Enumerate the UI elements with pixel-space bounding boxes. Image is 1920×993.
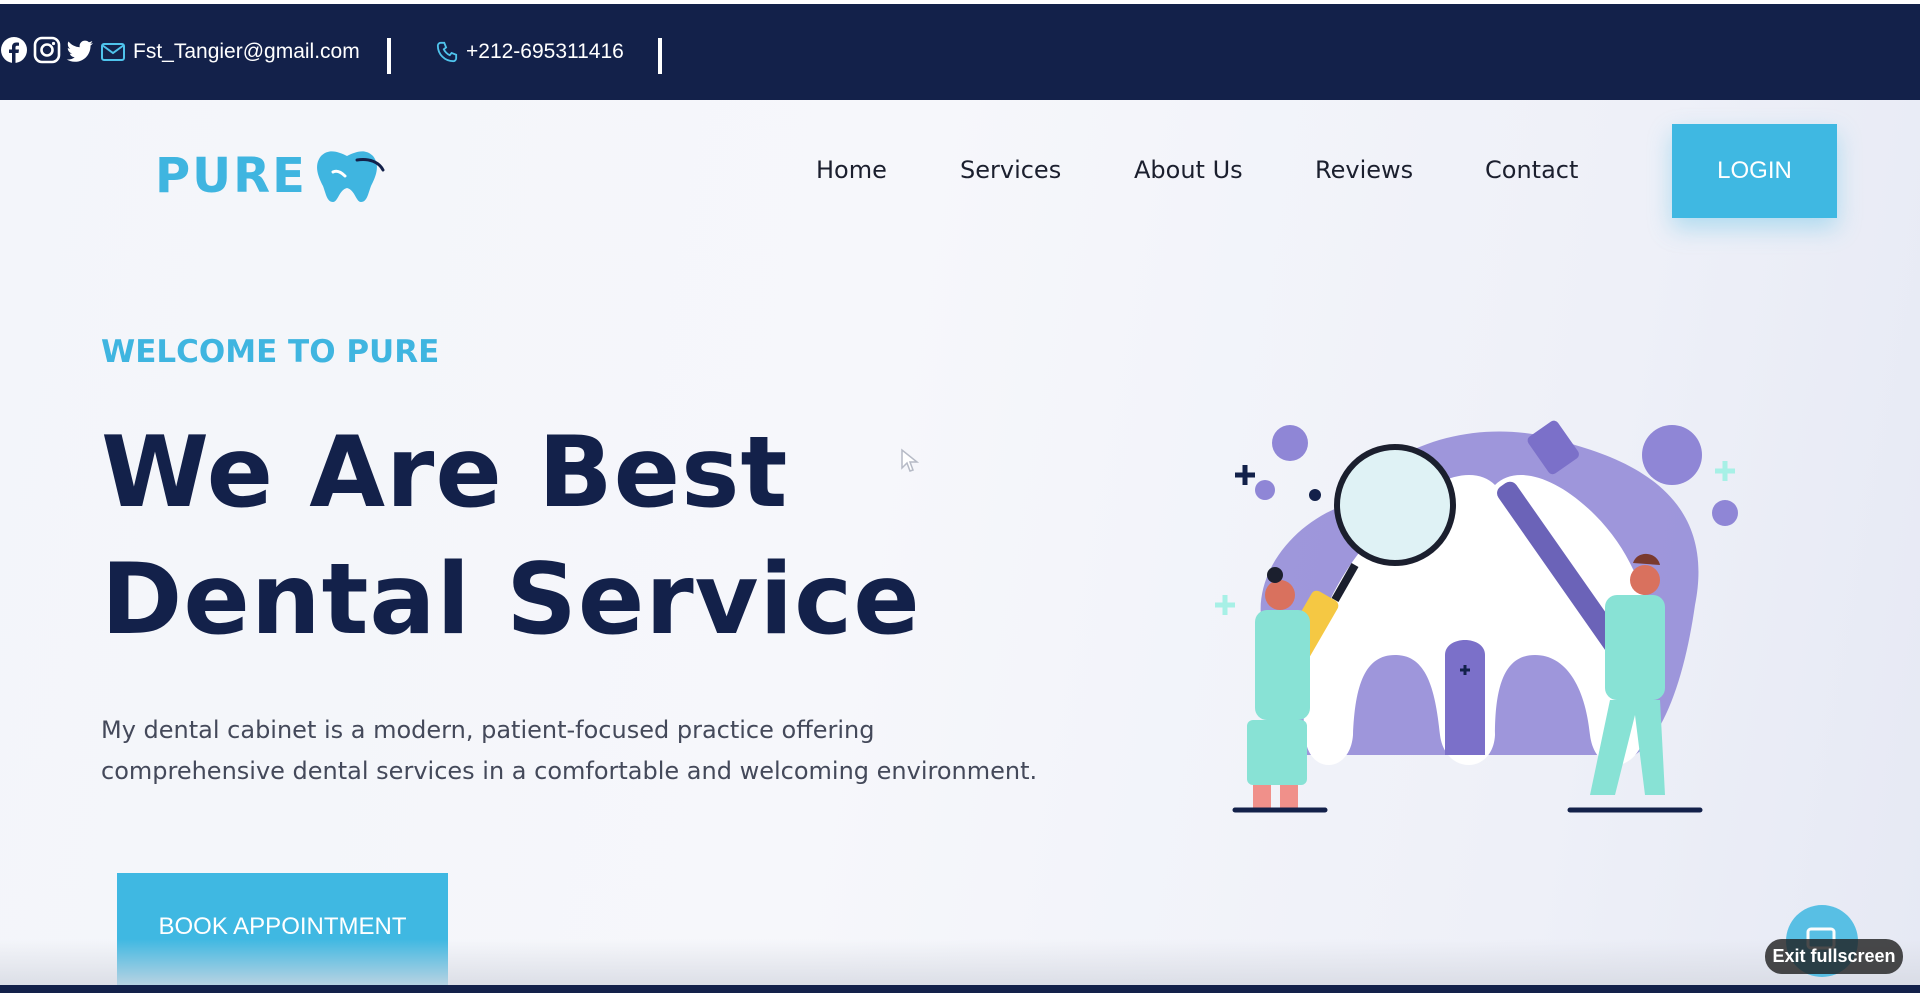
- video-bottom-shade: [0, 939, 1920, 985]
- instagram-icon[interactable]: [33, 36, 66, 68]
- hero-headline-line2: Dental Service: [101, 543, 921, 657]
- hero-headline-line1: We Are Best: [101, 416, 789, 530]
- dentists-illustration: [1215, 420, 1738, 813]
- contact-email-text: Fst_Tangier@gmail.com: [133, 40, 360, 63]
- bottom-edge: [0, 985, 1920, 993]
- brand-logo[interactable]: PURE: [155, 148, 387, 204]
- login-button[interactable]: LOGIN: [1672, 124, 1837, 218]
- exit-fullscreen-button[interactable]: Exit fullscreen: [1765, 939, 1903, 974]
- hero-eyebrow: WELCOME TO PURE: [101, 334, 440, 370]
- nav-home[interactable]: Home: [816, 156, 887, 184]
- contact-email[interactable]: Fst_Tangier@gmail.com: [101, 40, 360, 64]
- top-contact-bar: Fst_Tangier@gmail.com +212-695311416: [0, 4, 1920, 100]
- contact-phone[interactable]: +212-695311416: [436, 40, 624, 64]
- tooth-icon: [316, 151, 385, 202]
- nav-about-us[interactable]: About Us: [1134, 156, 1243, 184]
- social-links: [0, 36, 94, 68]
- facebook-icon[interactable]: [0, 37, 33, 68]
- nav-services[interactable]: Services: [960, 156, 1061, 184]
- brand-name: PURE: [155, 148, 307, 204]
- contact-phone-text: +212-695311416: [466, 40, 624, 63]
- contact-divider: [387, 38, 391, 74]
- hero-description: My dental cabinet is a modern, patient-f…: [101, 716, 1038, 785]
- hero-headline: We Are Best Dental Service: [101, 410, 981, 664]
- twitter-icon[interactable]: [66, 40, 94, 68]
- nav-contact[interactable]: Contact: [1485, 156, 1578, 184]
- nav-reviews[interactable]: Reviews: [1315, 156, 1413, 184]
- hero-section: PURE Home Services About Us Reviews Cont…: [0, 100, 1920, 993]
- mail-icon: [101, 43, 125, 61]
- contact-divider: [658, 38, 662, 74]
- phone-icon: [436, 41, 458, 63]
- mouse-cursor-icon: [901, 448, 920, 472]
